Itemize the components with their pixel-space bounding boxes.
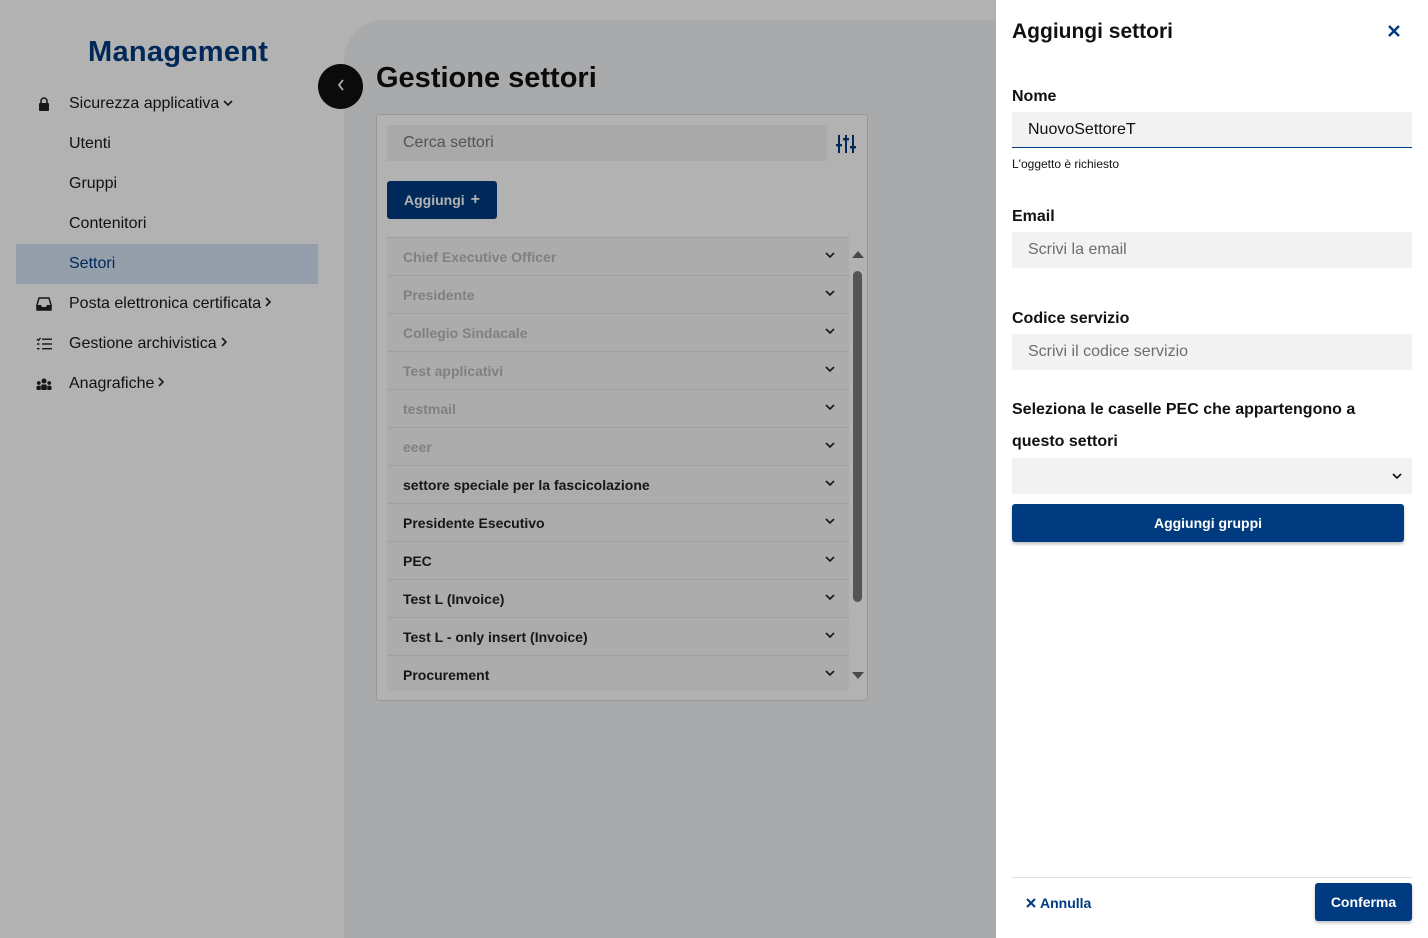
- pec-select-label: Seleziona le caselle PEC che appartengon…: [1012, 401, 1356, 450]
- email-label: Email: [1012, 208, 1055, 225]
- add-groups-button[interactable]: Aggiungi gruppi: [1012, 504, 1404, 542]
- pec-select[interactable]: [1012, 458, 1412, 494]
- codice-servizio-field[interactable]: [1012, 334, 1412, 370]
- close-icon: [1026, 895, 1036, 912]
- modal-overlay[interactable]: [0, 0, 996, 938]
- close-icon[interactable]: [1384, 20, 1404, 42]
- email-field[interactable]: [1012, 232, 1412, 268]
- nome-field[interactable]: [1012, 112, 1412, 148]
- drawer-title: Aggiungi settori: [1012, 20, 1173, 43]
- cancel-button-label: Annulla: [1040, 895, 1092, 911]
- nome-error-text: L'oggetto è richiesto: [1012, 157, 1120, 171]
- chevron-down-icon: [1392, 468, 1402, 483]
- add-sector-drawer: Aggiungi settori Nome L'oggetto è richie…: [996, 0, 1428, 938]
- nome-label: Nome: [1012, 88, 1057, 105]
- confirm-button[interactable]: Conferma: [1315, 883, 1412, 921]
- cancel-button[interactable]: Annulla: [1026, 892, 1091, 914]
- footer-divider: [1012, 877, 1412, 878]
- codice-servizio-label: Codice servizio: [1012, 310, 1130, 327]
